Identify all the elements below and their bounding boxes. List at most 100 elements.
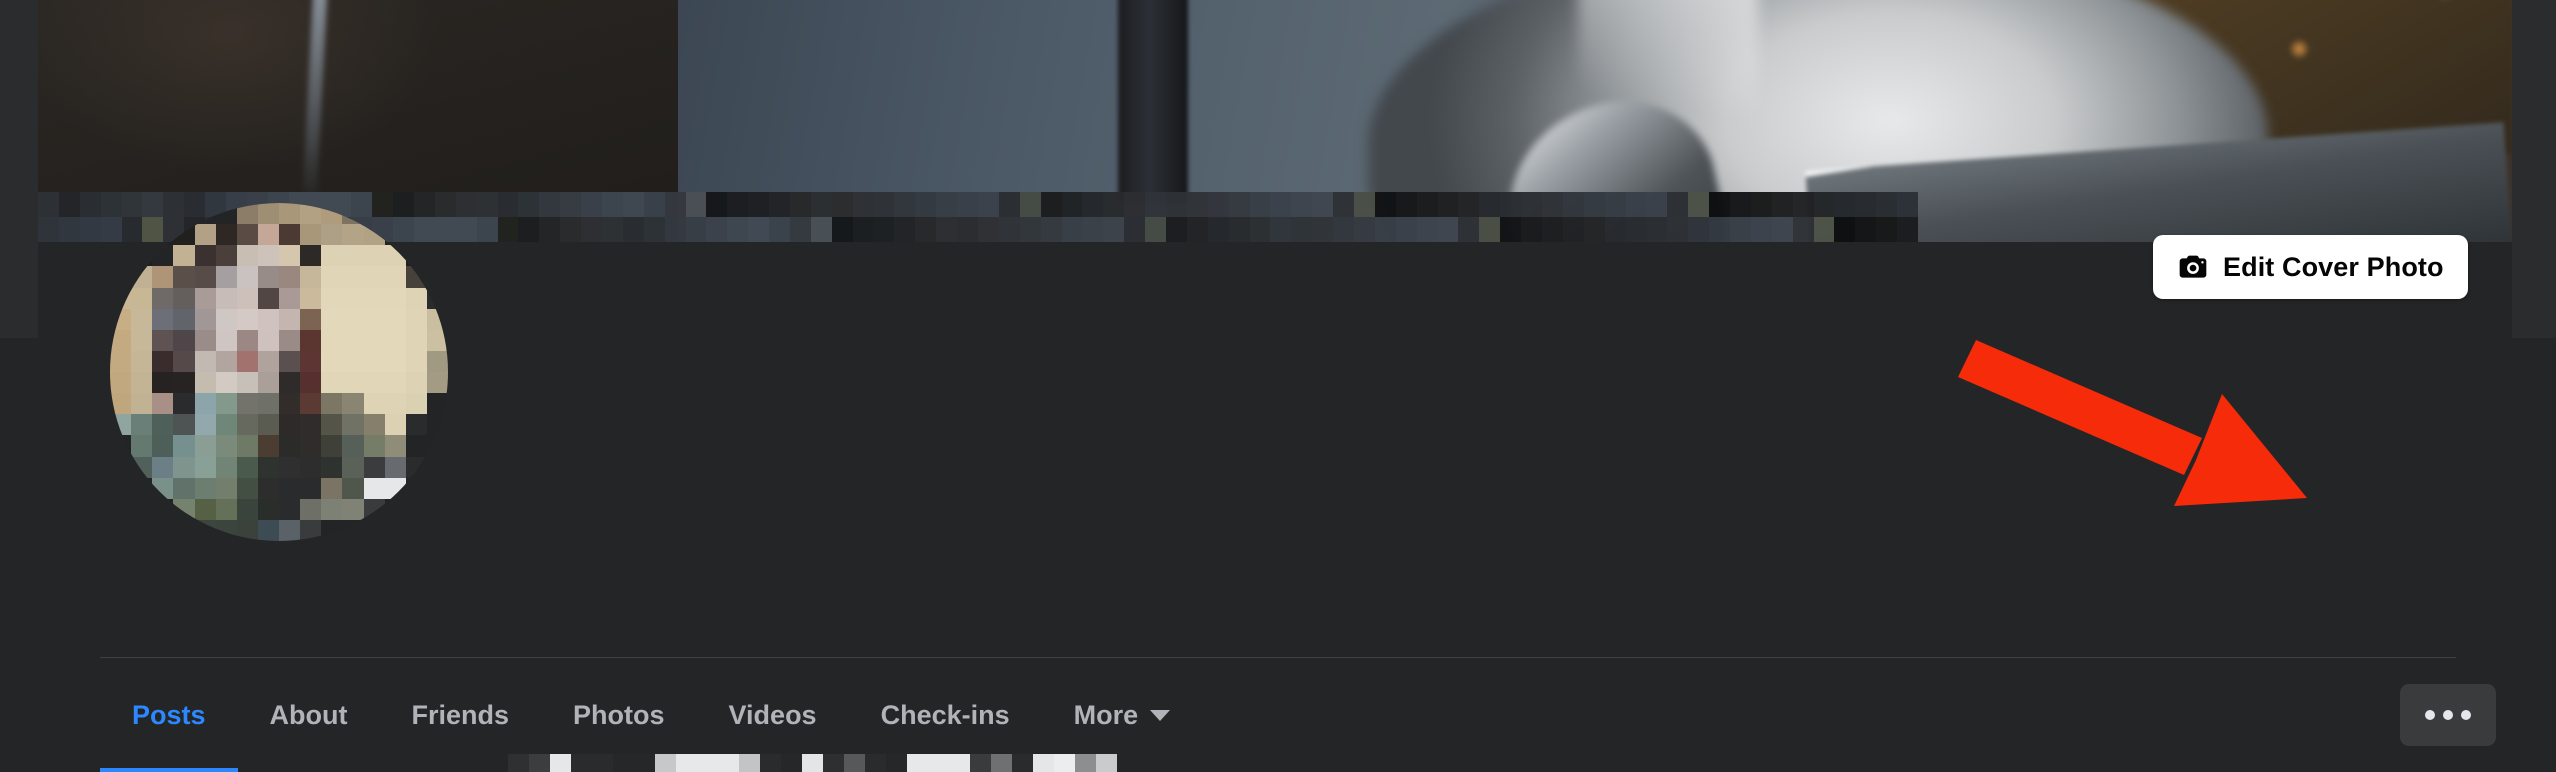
avatar-pixel bbox=[131, 414, 153, 436]
tab-photos[interactable]: Photos bbox=[541, 658, 697, 772]
cover-redaction-block bbox=[1103, 192, 1125, 217]
avatar-pixel bbox=[279, 477, 301, 499]
cover-redaction-block bbox=[100, 217, 122, 242]
avatar-pixel bbox=[321, 456, 343, 478]
cover-redaction-block bbox=[142, 192, 164, 217]
cover-redaction-block bbox=[643, 217, 665, 242]
avatar-pixel bbox=[173, 329, 195, 351]
cover-redaction-block bbox=[1834, 217, 1856, 242]
cover-redaction-block bbox=[414, 192, 435, 217]
avatar-pixel bbox=[321, 224, 343, 246]
nav-more-options-button[interactable] bbox=[2400, 684, 2496, 746]
tab-posts[interactable]: Posts bbox=[100, 658, 238, 772]
avatar-pixel bbox=[384, 498, 406, 520]
tab-videos[interactable]: Videos bbox=[697, 658, 849, 772]
avatar-pixel bbox=[363, 456, 385, 478]
avatar-pixel bbox=[257, 519, 279, 541]
avatar-pixel bbox=[215, 266, 237, 288]
avatar-pixel bbox=[342, 477, 364, 499]
cover-redaction-block bbox=[915, 217, 937, 242]
avatar-pixel bbox=[152, 287, 174, 309]
avatar-pixel bbox=[236, 287, 258, 309]
cover-redaction-block bbox=[1333, 217, 1354, 242]
avatar-pixel bbox=[215, 519, 237, 541]
avatar-pixel bbox=[257, 245, 279, 267]
avatar-pixel bbox=[342, 224, 364, 246]
cover-redaction-block bbox=[1479, 217, 1501, 242]
tab-check-ins[interactable]: Check-ins bbox=[849, 658, 1042, 772]
avatar-pixel bbox=[257, 266, 279, 288]
avatar-pixel bbox=[215, 456, 237, 478]
cover-redaction-block bbox=[622, 192, 644, 217]
avatar-pixel bbox=[152, 519, 174, 541]
avatar-pixel bbox=[215, 245, 237, 267]
cover-redaction-block bbox=[1103, 217, 1125, 242]
tab-friends[interactable]: Friends bbox=[380, 658, 542, 772]
cover-redaction-block bbox=[393, 217, 414, 242]
avatar-pixel bbox=[173, 308, 195, 330]
avatar-pixel bbox=[384, 329, 406, 351]
cover-redaction-block bbox=[581, 192, 602, 217]
cover-redaction-block bbox=[121, 217, 143, 242]
cover-redaction-block bbox=[915, 192, 937, 217]
tab-label: About bbox=[269, 699, 348, 730]
cover-redaction-block bbox=[936, 192, 958, 217]
ellipsis-dot-icon bbox=[2425, 710, 2435, 720]
tab-more[interactable]: More bbox=[1042, 658, 1203, 772]
cover-redaction-block bbox=[1145, 217, 1166, 242]
cover-redaction-block bbox=[1186, 217, 1208, 242]
avatar-pixel bbox=[257, 456, 279, 478]
cover-redaction-block bbox=[1688, 217, 1710, 242]
edit-cover-photo-button[interactable]: Edit Cover Photo bbox=[2153, 235, 2468, 299]
avatar-pixel bbox=[215, 372, 237, 394]
avatar-pixel bbox=[321, 329, 343, 351]
cover-redaction-block bbox=[1416, 217, 1438, 242]
avatar-pixel bbox=[131, 393, 153, 415]
chevron-down-icon bbox=[1150, 709, 1171, 721]
cover-redaction-block bbox=[497, 192, 519, 217]
avatar-pixel bbox=[257, 203, 279, 225]
cover-redaction-block bbox=[1813, 217, 1835, 242]
avatar-pixel bbox=[384, 456, 406, 478]
cover-redaction-block bbox=[769, 217, 790, 242]
cover-redaction-block bbox=[1458, 192, 1480, 217]
avatar-pixel bbox=[194, 372, 216, 394]
avatar-pixel bbox=[342, 350, 364, 372]
avatar-pixel bbox=[194, 245, 216, 267]
cover-redaction-block bbox=[978, 217, 999, 242]
cover-redaction-block bbox=[100, 192, 122, 217]
avatar-pixel bbox=[426, 477, 448, 499]
avatar-pixel bbox=[152, 477, 174, 499]
cover-redaction-block bbox=[1416, 192, 1438, 217]
cover-redaction-block bbox=[1166, 192, 1187, 217]
cover-redaction-block bbox=[643, 192, 665, 217]
avatar-pixel bbox=[152, 414, 174, 436]
avatar[interactable] bbox=[110, 203, 448, 541]
avatar-pixel bbox=[426, 393, 448, 415]
cover-redaction-block bbox=[978, 192, 999, 217]
avatar-pixel bbox=[257, 224, 279, 246]
cover-redaction-block bbox=[1145, 192, 1166, 217]
avatar-pixel bbox=[321, 308, 343, 330]
avatar-pixel bbox=[173, 456, 195, 478]
avatar-pixel bbox=[342, 519, 364, 541]
avatar-pixel bbox=[257, 477, 279, 499]
avatar-pixel bbox=[405, 498, 427, 520]
avatar-pixel bbox=[236, 224, 258, 246]
cover-redaction-block bbox=[1855, 192, 1877, 217]
avatar-pixel bbox=[342, 435, 364, 457]
cover-redaction-block bbox=[894, 217, 916, 242]
avatar-pixel bbox=[131, 456, 153, 478]
cover-redaction-block bbox=[1709, 217, 1730, 242]
avatar-pixel bbox=[321, 350, 343, 372]
avatar-pixel bbox=[215, 287, 237, 309]
avatar-pixel bbox=[110, 477, 132, 499]
cover-redaction-block bbox=[1667, 192, 1689, 217]
cover-redaction-block bbox=[1876, 217, 1898, 242]
avatar-pixel bbox=[405, 329, 427, 351]
cover-redaction-block bbox=[1312, 217, 1334, 242]
avatar-pixel bbox=[152, 308, 174, 330]
avatar-pixel bbox=[363, 393, 385, 415]
tab-about[interactable]: About bbox=[238, 658, 380, 772]
cover-redaction-block bbox=[1395, 192, 1417, 217]
